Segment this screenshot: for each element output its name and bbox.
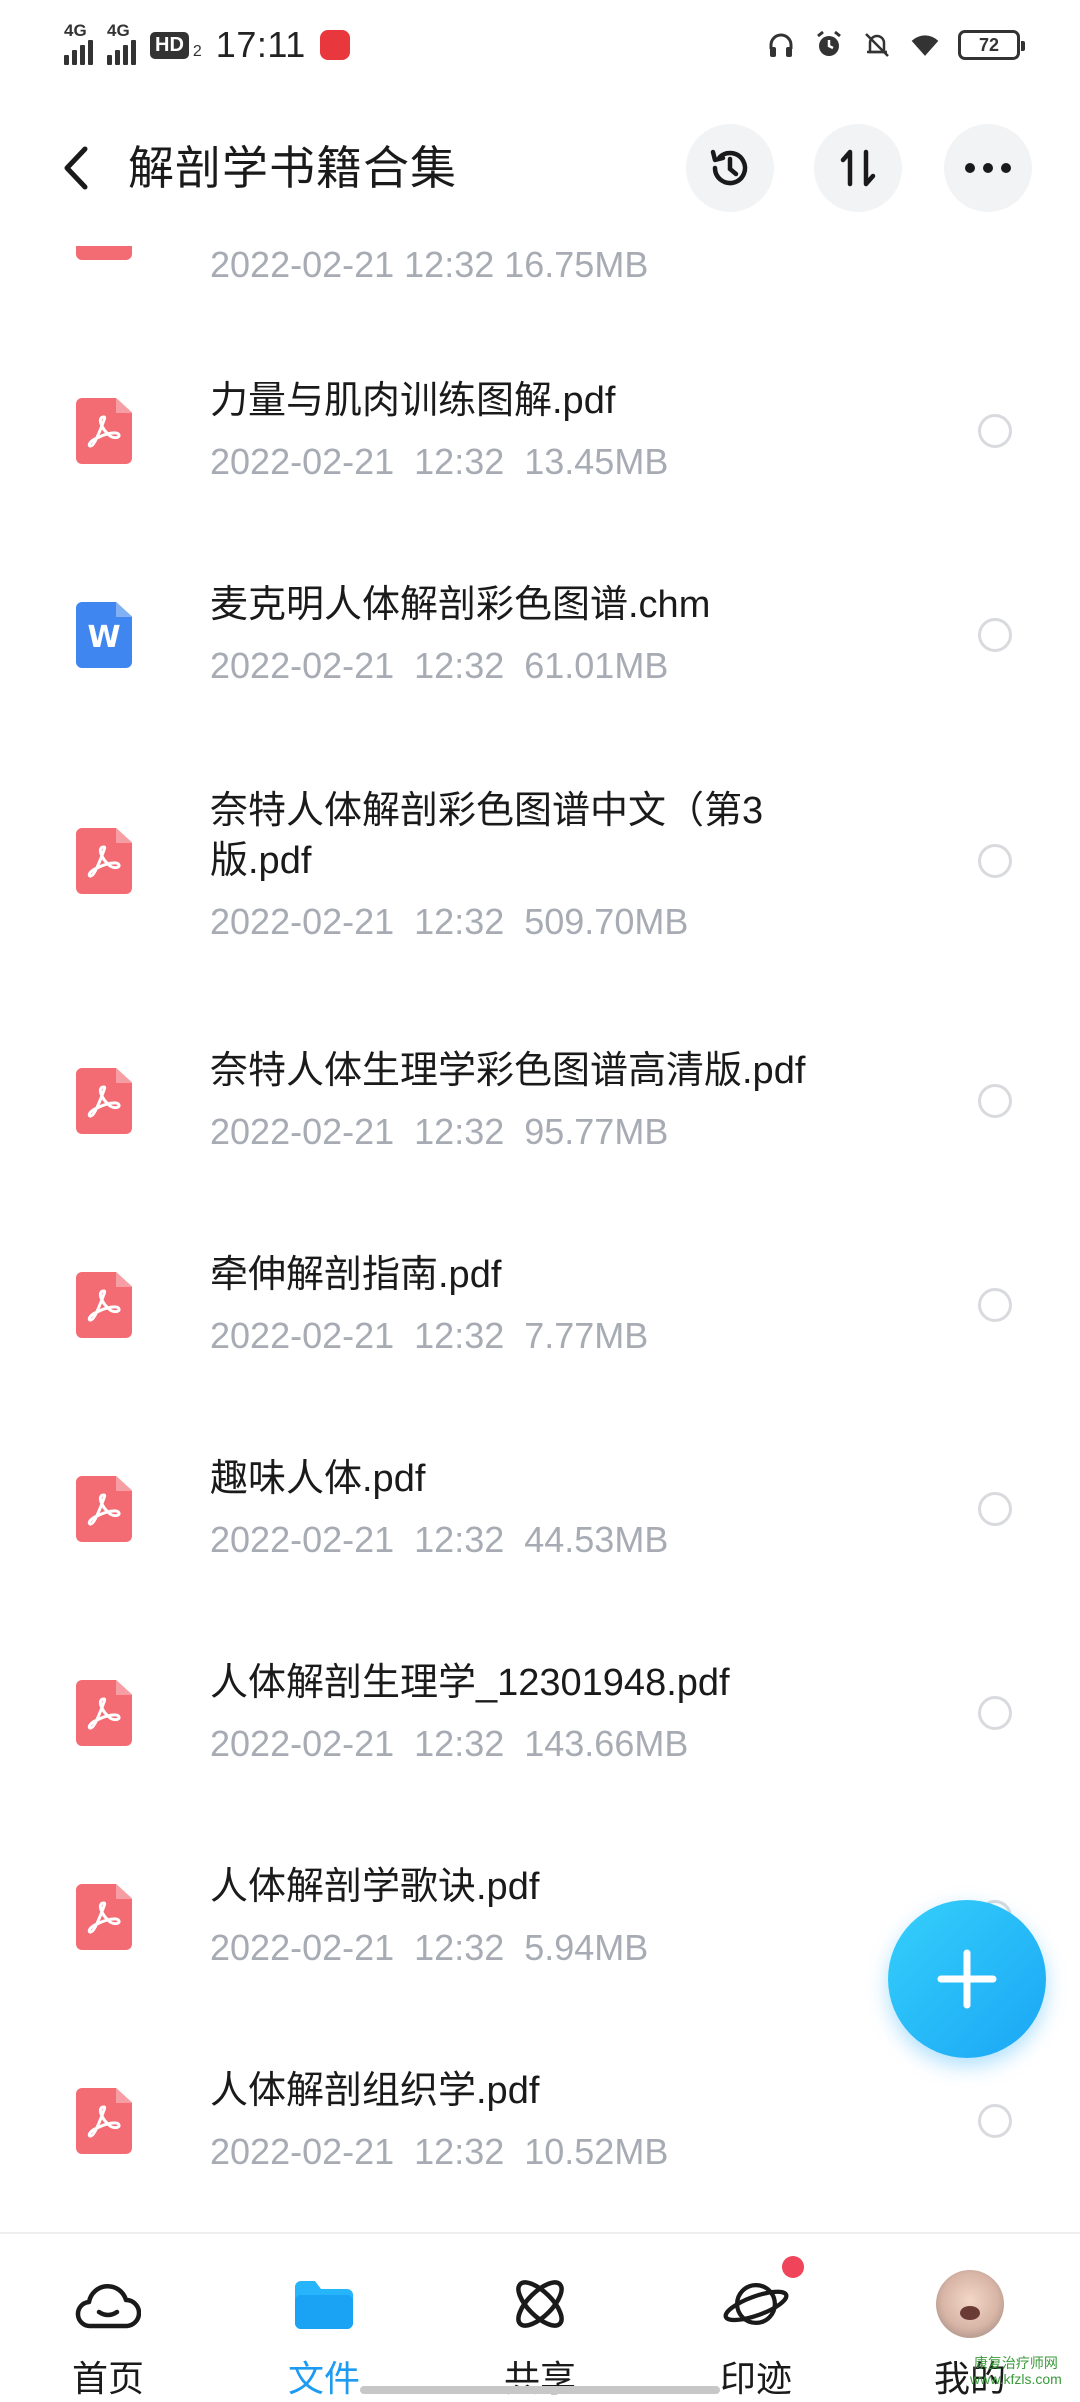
file-row[interactable]: 力量与肌肉训练图解.pdf 2022-02-21 12:32 13.45MB: [0, 364, 1080, 564]
nav-home-label: 首页: [71, 2358, 144, 2399]
file-meta: 2022-02-21 12:32 7.77MB: [210, 1315, 649, 1356]
nav-footprint[interactable]: 印迹: [676, 2234, 836, 2402]
history-button[interactable]: [686, 124, 774, 212]
pdf-file-icon: [76, 2088, 132, 2154]
bottom-nav: 首页 文件 共享 印迹 我的: [0, 2232, 1080, 2400]
nav-files[interactable]: 文件: [244, 2234, 404, 2402]
alarm-icon: [814, 30, 844, 60]
select-checkbox[interactable]: [978, 844, 1012, 878]
network-type-label-2: 4G: [107, 21, 130, 40]
pdf-file-icon: [76, 1680, 132, 1746]
folder-icon: [290, 2270, 358, 2338]
select-checkbox[interactable]: [978, 1696, 1012, 1730]
file-meta: 2022-02-21 12:32 509.70MB: [210, 901, 689, 942]
watermark: 康复治疗师网 www.kfzls.com: [970, 2355, 1062, 2387]
sort-button[interactable]: [814, 124, 902, 212]
nav-files-label: 文件: [287, 2358, 360, 2399]
file-meta: 2022-02-21 12:32 5.94MB: [210, 1927, 649, 1968]
file-meta: 2022-02-21 12:32 10.52MB: [210, 2131, 669, 2172]
file-name: 奈特人体生理学彩色图谱高清版.pdf: [210, 1050, 806, 1092]
status-right: 72: [766, 30, 1025, 60]
more-icon: [965, 163, 1011, 173]
file-row[interactable]: 趣味人体.pdf 2022-02-21 12:32 44.53MB: [0, 1442, 1080, 1642]
file-name: 力量与肌肉训练图解.pdf: [210, 380, 616, 422]
select-checkbox[interactable]: [978, 1492, 1012, 1526]
file-row[interactable]: 人体解剖生理学_12301948.pdf 2022-02-21 12:32 14…: [0, 1646, 1080, 1846]
file-row[interactable]: W 麦克明人体解剖彩色图谱.chm 2022-02-21 12:32 61.01…: [0, 568, 1080, 768]
nav-footprint-label: 印迹: [719, 2358, 792, 2399]
header-bar: 解剖学书籍合集: [0, 118, 1080, 218]
home-indicator[interactable]: [360, 2386, 720, 2394]
word-file-icon: W: [76, 602, 132, 668]
file-meta: 2022-02-21 12:32 143.66MB: [210, 1723, 689, 1764]
file-meta: 2022-02-21 12:32 95.77MB: [210, 1111, 669, 1152]
avatar: [936, 2270, 1004, 2338]
signal-icon: 4G: [64, 21, 93, 65]
select-checkbox[interactable]: [978, 618, 1012, 652]
file-name: 人体解剖学歌诀.pdf: [210, 1866, 540, 1908]
file-row[interactable]: 牵伸解剖指南.pdf 2022-02-21 12:32 7.77MB: [0, 1238, 1080, 1438]
file-row[interactable]: 人体解剖组织学.pdf 2022-02-21 12:32 10.52MB: [0, 2054, 1080, 2232]
pdf-file-icon: [76, 398, 132, 464]
file-meta: 2022-02-21 12:32 16.75MB: [210, 244, 649, 285]
pdf-file-icon: [76, 1068, 132, 1134]
pdf-file-icon: [76, 246, 132, 260]
file-name: 人体解剖组织学.pdf: [210, 2070, 540, 2112]
select-checkbox[interactable]: [978, 1084, 1012, 1118]
plus-icon: [937, 1949, 997, 2009]
file-name: 牵伸解剖指南.pdf: [210, 1254, 502, 1296]
history-icon: [710, 149, 748, 186]
select-checkbox[interactable]: [978, 1288, 1012, 1322]
hd-voice-icon: HD: [150, 31, 189, 59]
headphones-icon: [766, 30, 796, 60]
file-row[interactable]: 奈特人体解剖彩色图谱中文（第3版.pdf 2022-02-21 12:32 50…: [0, 772, 1080, 1022]
sort-icon: [840, 149, 876, 187]
file-row[interactable]: 奈特人体生理学彩色图谱高清版.pdf 2022-02-21 12:32 95.7…: [0, 1034, 1080, 1234]
add-button[interactable]: [888, 1900, 1046, 2058]
network-type-label: 4G: [64, 21, 87, 40]
pdf-file-icon: [76, 1272, 132, 1338]
select-checkbox[interactable]: [978, 414, 1012, 448]
atom-icon: [506, 2270, 574, 2338]
nav-home[interactable]: 首页: [28, 2234, 188, 2402]
nav-share[interactable]: 共享: [460, 2234, 620, 2402]
file-meta: 2022-02-21 12:32 61.01MB: [210, 645, 669, 686]
battery-icon: 72: [958, 30, 1025, 60]
pdf-file-icon: [76, 1884, 132, 1950]
page-title: 解剖学书籍合集: [128, 142, 457, 194]
file-meta: 2022-02-21 12:32 13.45MB: [210, 441, 669, 482]
status-left: 4G 4G HD 2 17:11: [64, 21, 350, 66]
file-name: 趣味人体.pdf: [210, 1458, 426, 1500]
mute-bell-icon: [862, 30, 892, 60]
signal-icon-2: 4G: [107, 21, 136, 65]
select-checkbox[interactable]: [978, 2104, 1012, 2138]
back-button[interactable]: [48, 140, 104, 196]
file-name: 奈特人体解剖彩色图谱中文（第3版.pdf: [210, 790, 764, 882]
app-notification-icon: [319, 30, 350, 60]
notification-dot: [782, 2256, 804, 2278]
pdf-file-icon: [76, 828, 132, 894]
wifi-icon: [910, 30, 940, 60]
pdf-file-icon: [76, 1476, 132, 1542]
file-name: 麦克明人体解剖彩色图谱.chm: [210, 584, 711, 626]
file-name: 人体解剖生理学_12301948.pdf: [210, 1662, 730, 1704]
chevron-left-icon: [64, 146, 88, 190]
planet-icon: [722, 2256, 804, 2338]
hd-voice-sub: 2: [192, 43, 202, 60]
file-meta: 2022-02-21 12:32 44.53MB: [210, 1519, 669, 1560]
status-time: 17:11: [215, 24, 306, 65]
cloud-icon: [74, 2270, 142, 2338]
more-options-button[interactable]: [944, 124, 1032, 212]
status-bar: 4G 4G HD 2 17:11 72: [0, 0, 1080, 90]
nav-share-label: 共享: [503, 2358, 576, 2399]
